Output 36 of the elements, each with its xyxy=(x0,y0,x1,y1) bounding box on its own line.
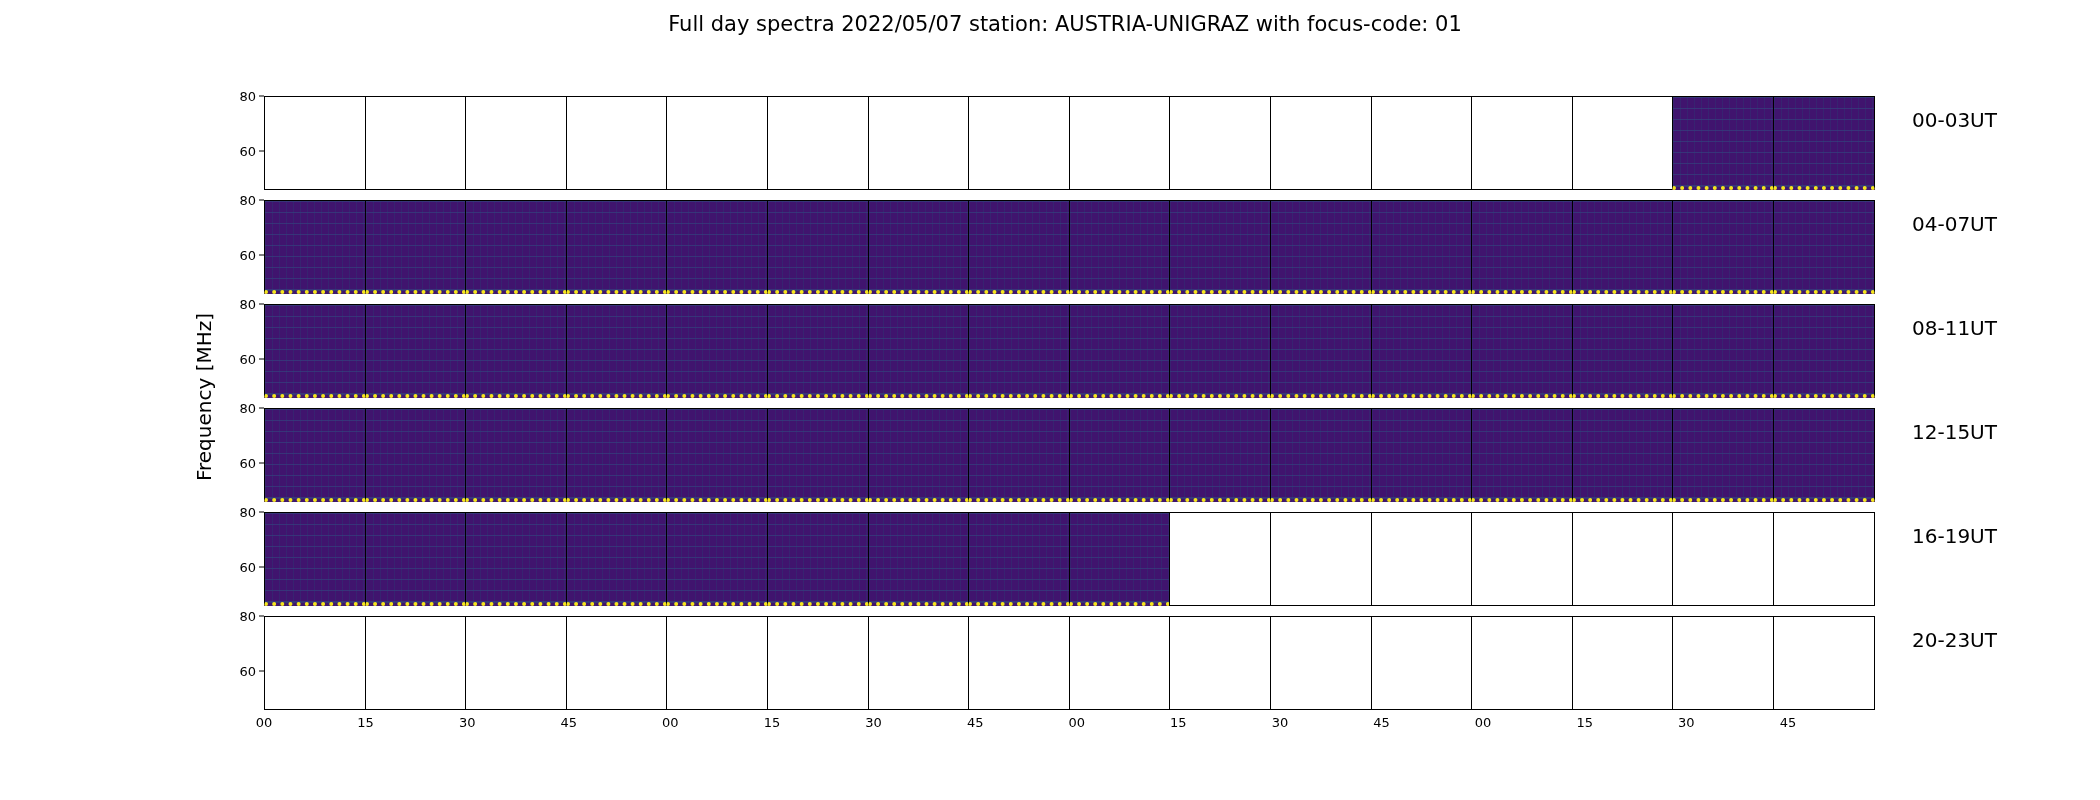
y-tick-label: 80 xyxy=(239,400,256,416)
x-tick-label: 30 xyxy=(1271,715,1289,730)
x-tick-label: 00 xyxy=(1068,715,1085,730)
x-tick-label: 45 xyxy=(1373,715,1390,730)
time-range-label: 16-19UT xyxy=(1912,524,1997,548)
y-tick-label: 60 xyxy=(239,455,256,471)
y-tick-label: 80 xyxy=(239,296,256,312)
x-tick-label: 45 xyxy=(560,715,578,730)
x-tick-label: 00 xyxy=(662,715,679,730)
x-tick-label: 15 xyxy=(763,715,781,730)
time-range-label: 12-15UT xyxy=(1912,420,1997,444)
y-axis-label: Frequency [MHz] xyxy=(191,312,216,481)
time-range-label: 20-23UT xyxy=(1912,628,1997,652)
time-range-label: 00-03UT xyxy=(1912,108,1997,132)
time-range-label: 08-11UT xyxy=(1912,316,1997,340)
y-tick-label: 80 xyxy=(239,88,256,104)
chart-title: Full day spectra 2022/05/07 station: AUSTRIA-UNIGRAZ with focus-code: 01 xyxy=(667,11,1463,38)
x-tick-label: 00 xyxy=(255,715,273,730)
x-tick-label: 45 xyxy=(966,715,984,730)
x-tick-label: 00 xyxy=(1474,715,1492,730)
y-tick-label: 60 xyxy=(239,559,256,575)
y-tick-label: 60 xyxy=(239,143,256,159)
time-range-label: 04-07UT xyxy=(1912,212,1997,236)
y-tick-label: 60 xyxy=(239,663,256,679)
y-tick-label: 80 xyxy=(239,192,256,208)
y-tick-label: 60 xyxy=(239,247,256,263)
x-tick-label: 15 xyxy=(357,715,374,730)
x-tick-label: 30 xyxy=(865,715,882,730)
y-tick-label: 80 xyxy=(239,608,256,624)
x-tick-label: 30 xyxy=(458,715,476,730)
y-tick-label: 60 xyxy=(239,351,256,367)
x-tick-label: 15 xyxy=(1576,715,1593,730)
y-tick-label: 80 xyxy=(239,504,256,520)
x-tick-label: 45 xyxy=(1779,715,1797,730)
x-tick-label: 30 xyxy=(1678,715,1695,730)
x-tick-label: 15 xyxy=(1170,715,1187,730)
